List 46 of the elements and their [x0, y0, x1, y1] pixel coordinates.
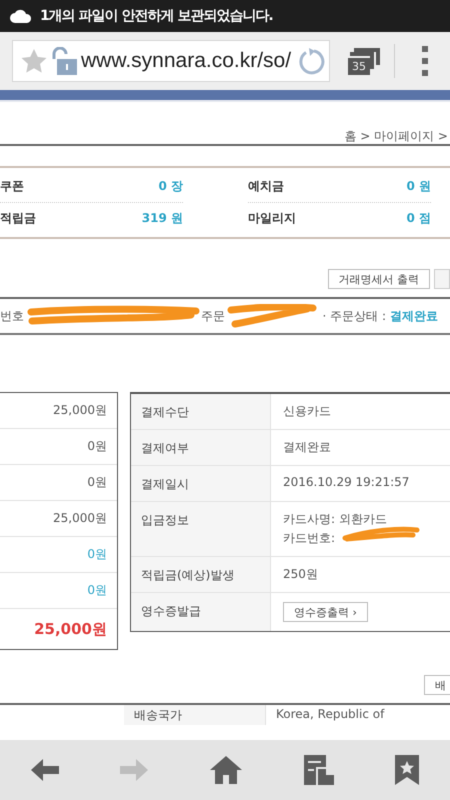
stacked-pages-icon — [348, 47, 380, 71]
cloud-icon — [10, 9, 32, 23]
menu-icon[interactable] — [421, 45, 429, 77]
notification-text: 1개의 파일이 안전하게 보관되었습니다. — [40, 7, 273, 25]
payment-label: 적립금(예상)발생 — [131, 557, 271, 592]
payment-label: 입금정보 — [131, 502, 271, 556]
summary-label: 마일리지 — [248, 210, 296, 227]
documents-icon[interactable] — [304, 755, 334, 785]
payment-value: 250원 — [283, 566, 318, 583]
amount-cell: 25,000원 — [0, 501, 117, 537]
home-icon[interactable] — [210, 756, 242, 784]
summary-label: 예치금 — [248, 178, 284, 195]
payment-label: 결제수단 — [131, 394, 271, 429]
shipping-label: 배송국가 — [124, 705, 266, 725]
unlocked-padlock-icon — [51, 47, 77, 75]
url-text: www.synnara.co.kr/so/ — [81, 49, 292, 73]
amount-cell: 0원 — [0, 537, 117, 573]
amount-cell: 0원 — [0, 465, 117, 501]
address-bar[interactable]: www.synnara.co.kr/so/ — [12, 40, 330, 82]
shipping-button[interactable]: 배 — [424, 675, 450, 695]
print-receipt-button[interactable]: 영수증출력 › — [283, 602, 368, 622]
payment-value: 결제완료 — [283, 439, 331, 456]
payment-label: 영수증발급 — [131, 593, 271, 631]
payment-value: 신용카드 — [283, 403, 331, 420]
payment-value: 카드사명: 외환카드 — [283, 511, 387, 528]
payment-label: 결제일시 — [131, 466, 271, 501]
amount-cell-text: 25,000원 — [33, 618, 108, 640]
summary-label: 쿠폰 — [0, 178, 24, 195]
order-status-label: · 주문상태 : — [322, 308, 386, 324]
order-number-label: 번호 — [0, 308, 24, 324]
breadcrumb: 홈 > 마이페이지 > — [344, 128, 449, 144]
summary-label: 적립금 — [0, 210, 36, 227]
star-icon[interactable] — [21, 49, 47, 73]
bookmark-star-icon[interactable] — [395, 755, 420, 785]
print-statement-button[interactable]: 거래명세서 출력 — [328, 269, 430, 289]
tab-switcher-button[interactable]: 35 — [348, 47, 380, 75]
amount-cell: 0원 — [0, 573, 117, 609]
back-arrow-icon[interactable] — [30, 758, 59, 782]
amount-cell: 0원 — [0, 429, 117, 465]
order-date-label: 주문 — [201, 308, 225, 324]
order-status-value: 결제완료 — [390, 308, 438, 324]
payment-label: 결제여부 — [131, 430, 271, 465]
payment-value: 2016.10.29 19:21:57 — [283, 475, 410, 489]
shipping-value: Korea, Republic of — [275, 706, 384, 723]
amount-cell: 25,000원 — [0, 393, 117, 429]
payment-value: 카드번호: — [283, 530, 336, 547]
